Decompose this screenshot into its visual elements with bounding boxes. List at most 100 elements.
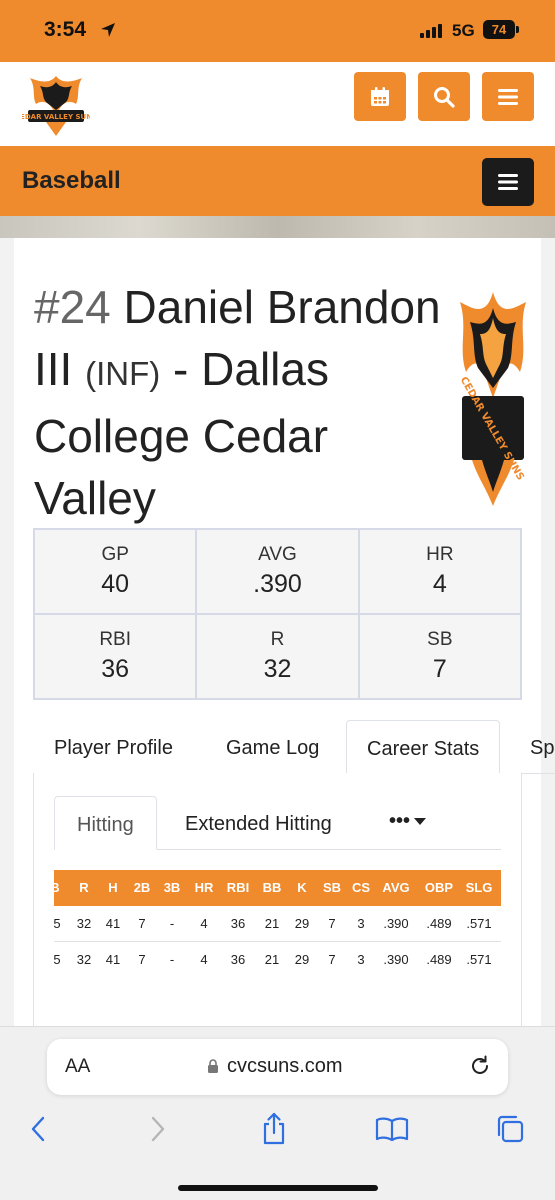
table-cell: .390 [383,952,409,967]
column-header[interactable]: AVG [382,870,409,906]
reload-icon[interactable] [468,1054,492,1078]
stat-label: RBI [99,629,131,650]
column-header[interactable]: RBI [227,870,249,906]
site-menu-button[interactable] [482,72,534,121]
tab-career-stats[interactable]: Career Stats [346,720,501,774]
url-text: cvcsuns.com [227,1055,343,1077]
stat-sb: SB 7 [359,615,520,698]
menu-icon [498,174,518,190]
table-cell: 5 [54,952,61,967]
tab-game-log[interactable]: Game Log [226,720,319,774]
table-cell: 7 [138,952,146,967]
table-cell: 4 [200,916,208,931]
calendar-button[interactable] [354,72,406,121]
menu-icon [498,88,518,105]
tabs-button[interactable] [490,1109,530,1149]
status-time: 3:54 [44,18,87,41]
cedar-valley-suns-logo[interactable]: CEDAR VALLEY SUNS [22,70,90,138]
more-label: ••• [389,810,411,832]
stat-value: 7 [432,655,447,683]
table-cell: - [169,952,175,967]
column-header[interactable]: B [54,870,60,906]
hero-image [0,216,555,238]
lock-icon [208,1059,218,1073]
table-cell: .571 [466,916,492,931]
table-cell: 21 [264,952,280,967]
sport-title[interactable]: Baseball [22,167,121,195]
battery-icon: 74 [483,20,519,39]
forward-button[interactable] [138,1109,178,1149]
chevron-left-icon [31,1116,45,1142]
tab-overflow[interactable]: Sp [530,720,554,774]
column-header[interactable]: BB [263,870,282,906]
player-tabs: Player Profile Game Log Career Stats Sp [33,720,555,774]
location-arrow-icon [101,23,115,37]
subtab-hitting[interactable]: Hitting [54,796,157,850]
address-bar[interactable]: AA cvcsuns.com [47,1039,508,1095]
player-heading: #24 Daniel Brandon III (INF) - Dallas Co… [34,276,444,529]
more-dropdown[interactable]: ••• [389,796,427,850]
table-cell: 7 [328,916,336,931]
text-size-button[interactable]: AA [65,1056,90,1078]
sport-bar: Baseball [0,146,555,216]
search-button[interactable] [418,72,470,121]
column-header[interactable]: 3B [164,870,181,906]
search-icon [434,86,455,108]
url-display[interactable]: cvcsuns.com [207,1055,343,1078]
stat-value: 32 [263,655,292,683]
back-button[interactable] [18,1109,58,1149]
site-header: CEDAR VALLEY SUNS [0,62,555,146]
table-cell: 3 [357,916,365,931]
table-cell: .390 [383,916,409,931]
table-cell: 32 [76,916,92,931]
calendar-icon [371,86,389,106]
player-position: (INF) [85,355,161,392]
stat-label: SB [427,629,453,650]
chevron-right-icon [151,1116,165,1142]
column-header[interactable]: OBP [425,870,453,906]
player-team: - Dallas College Cedar Valley [34,343,329,524]
share-icon [263,1112,285,1145]
table-cell: 36 [230,916,246,931]
tab-player-profile[interactable]: Player Profile [54,720,173,774]
browser-toolbar: AA cvcsuns.com [0,1026,555,1200]
table-header-row: B R H 2B 3B HR RBI BB K SB CS AVG OBP SL… [54,870,501,906]
svg-text:CEDAR VALLEY SUNS: CEDAR VALLEY SUNS [22,113,90,121]
table-cell: 7 [328,952,336,967]
stat-r: R 32 [197,615,358,698]
stat-avg: AVG .390 [197,530,358,613]
table-cell: .571 [466,952,492,967]
chevron-down-icon [414,818,427,826]
bookmarks-button[interactable] [372,1109,412,1149]
subtab-extended-hitting[interactable]: Extended Hitting [185,796,332,850]
column-header[interactable]: CS [352,870,370,906]
stat-label: GP [101,544,129,565]
stat-label: AVG [258,544,297,565]
table-cell: 32 [76,952,92,967]
table-cell: 36 [230,952,246,967]
table-cell: 29 [294,952,310,967]
player-number: #24 [34,281,111,333]
stat-value: 4 [432,570,447,598]
stats-table[interactable]: B R H 2B 3B HR RBI BB K SB CS AVG OBP SL… [54,870,501,978]
table-cell: 5 [54,916,61,931]
home-indicator [178,1185,378,1191]
team-logo: CEDAR VALLEY SUNS [458,292,526,506]
sport-menu-button[interactable] [482,158,534,206]
summary-stats-grid: GP 40 AVG .390 HR 4 RBI 36 R 32 SB 7 [33,528,522,700]
signal-icon [420,24,442,38]
table-cell: 29 [294,916,310,931]
tabs-icon [497,1115,524,1143]
column-header[interactable]: H [108,870,117,906]
column-header[interactable]: 2B [134,870,151,906]
column-header[interactable]: R [79,870,88,906]
column-header[interactable]: K [297,870,306,906]
column-header[interactable]: SLG [466,870,493,906]
stat-value: 40 [101,570,130,598]
share-button[interactable] [254,1109,294,1149]
table-cell: 21 [264,916,280,931]
column-header[interactable]: HR [195,870,214,906]
column-header[interactable]: SB [323,870,341,906]
text-size-label: AA [65,1056,91,1077]
table-cell: .489 [426,952,452,967]
